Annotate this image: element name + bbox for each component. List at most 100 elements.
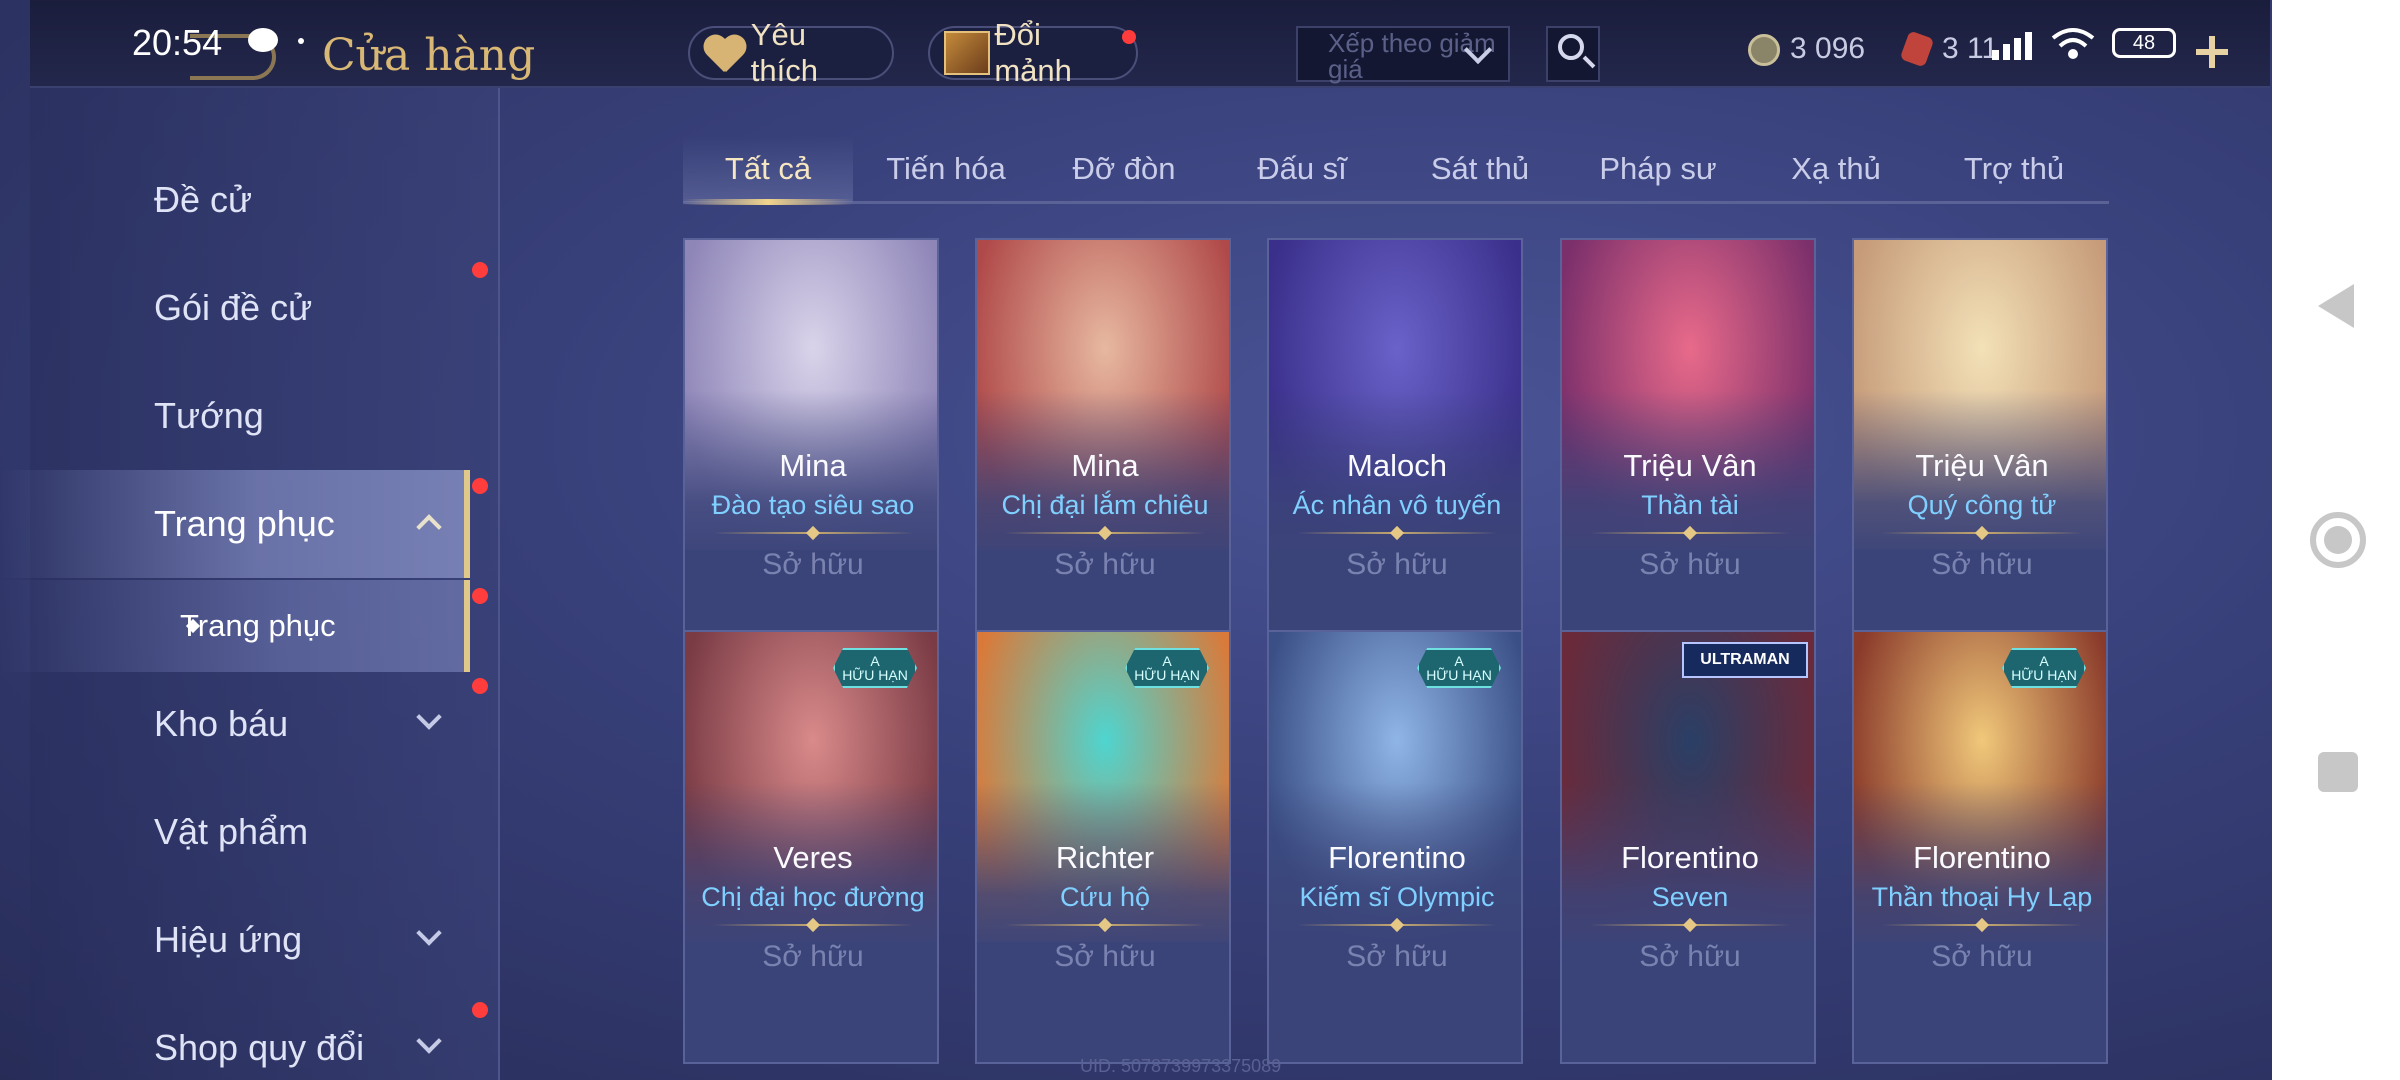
sidebar-item-label: Trang phục — [180, 608, 336, 643]
status-time: 20:54 — [132, 22, 223, 63]
role-tabs: Tất cả Tiến hóa Đỡ đòn Đấu sĩ Sát thủ Ph… — [683, 136, 2109, 204]
owned-status: Sở hữu — [1639, 548, 1741, 581]
hero-name: Florentino — [1328, 840, 1466, 875]
sidebar-item-items[interactable]: Vật phẩm — [0, 778, 470, 886]
active-tab-indicator — [683, 199, 853, 205]
hero-name: Veres — [773, 840, 853, 875]
recent-apps-icon[interactable] — [2318, 752, 2358, 792]
skin-name: Seven — [1651, 882, 1729, 912]
owned-status: Sở hữu — [762, 940, 864, 973]
skin-card[interactable]: Maloch Ác nhân vô tuyến Sở hữu — [1267, 238, 1523, 672]
owned-status: Sở hữu — [1346, 548, 1448, 581]
sidebar-item-recommended-bundles[interactable]: Gói đề cử — [0, 254, 470, 362]
owned-status: Sở hữu — [1639, 940, 1741, 973]
hero-name: Triệu Vân — [1915, 448, 2049, 483]
skin-card[interactable]: A HỮU HẠN Florentino Kiếm sĩ Olympic Sở hữu — [1267, 630, 1523, 1064]
skin-card[interactable]: A HỮU HẠN Florentino Thần thoại Hy Lạp Sở h… — [1852, 630, 2108, 1064]
skin-name: Ác nhân vô tuyến — [1292, 490, 1502, 520]
hero-name: Richter — [1055, 840, 1155, 875]
skin-name: Chị đại lắm chiêu — [1001, 490, 1209, 520]
skin-card[interactable]: Mina Đào tạo siêu sao Sở hữu — [683, 238, 939, 672]
favorites-button[interactable]: Yêu thích — [688, 17, 894, 88]
hero-name: Florentino — [1913, 840, 2051, 875]
sidebar-item-label: Kho báu — [154, 703, 289, 744]
notification-dot — [472, 262, 488, 278]
skin-name: Quý công tử — [1907, 490, 2057, 520]
sidebar-subitem-skins[interactable]: Trang phục — [0, 580, 470, 672]
tab-all[interactable]: Tất cả — [683, 136, 853, 202]
limited-badge: A HỮU HẠN — [1125, 648, 1209, 688]
shard-exchange-label: Đổi mảnh — [994, 17, 1072, 88]
skin-card[interactable]: Triệu Vân Thần tài Sở hữu — [1560, 238, 1816, 672]
skin-card[interactable]: A HỮU HẠN Richter Cứu hộ Sở hữu — [975, 630, 1231, 1064]
skin-name: Chị đại học đường — [701, 882, 925, 912]
wifi-icon — [2051, 28, 2095, 59]
skin-name: Kiếm sĩ Olympic — [1299, 882, 1495, 912]
notification-dot — [472, 478, 488, 494]
sidebar-item-recommended[interactable]: Đề cử — [0, 146, 470, 254]
tab-support[interactable]: Trợ thủ — [1929, 136, 2099, 202]
tab-marksman[interactable]: Xạ thủ — [1751, 136, 1921, 202]
sidebar-item-label: Trang phục — [154, 503, 335, 544]
coin-icon — [1748, 34, 1780, 66]
sidebar-item-label: Vật phẩm — [154, 811, 309, 852]
owned-status: Sở hữu — [1931, 548, 2033, 581]
skin-name: Cứu hộ — [1059, 882, 1151, 912]
tab-mage[interactable]: Pháp sư — [1573, 136, 1743, 202]
sidebar-item-treasure[interactable]: Kho báu — [0, 670, 470, 778]
home-icon-center — [2324, 526, 2352, 554]
sidebar-item-skins[interactable]: Trang phục — [0, 470, 470, 578]
hero-name: Florentino — [1621, 840, 1759, 875]
sidebar-item-label: Đề cử — [154, 179, 253, 220]
skin-name: Thần thoại Hy Lạp — [1871, 882, 2093, 912]
owned-status: Sở hữu — [1054, 548, 1156, 581]
favorites-label: Yêu thích — [750, 17, 819, 88]
add-currency-icon[interactable] — [2196, 36, 2228, 68]
hero-name: Mina — [779, 448, 847, 483]
sidebar-item-exchange-shop[interactable]: Shop quy đổi — [0, 994, 470, 1080]
limited-badge: A HỮU HẠN — [1417, 648, 1501, 688]
skin-card[interactable]: ULTRAMAN Florentino Seven Sở hữu — [1560, 630, 1816, 1064]
notification-dot — [472, 1002, 488, 1018]
notification-dot — [472, 678, 488, 694]
sidebar-item-label: Hiệu ứng — [154, 919, 303, 960]
tab-assassin[interactable]: Sát thủ — [1395, 136, 1565, 202]
user-id: UID: 5078739973375089 — [1080, 1056, 1282, 1076]
tab-tank[interactable]: Đỡ đòn — [1039, 136, 1209, 202]
owned-status: Sở hữu — [1346, 940, 1448, 973]
page-title: Cửa hàng — [322, 30, 536, 81]
tab-evolution[interactable]: Tiến hóa — [861, 136, 1031, 202]
hero-name: Maloch — [1347, 448, 1447, 483]
heart-icon — [704, 34, 745, 72]
tab-fighter[interactable]: Đấu sĩ — [1217, 136, 1387, 202]
skin-card[interactable]: A HỮU HẠN Veres Chị đại học đường Sở hữu — [683, 630, 939, 1064]
hero-name: Triệu Vân — [1623, 448, 1757, 483]
sidebar-item-heroes[interactable]: Tướng — [0, 362, 470, 470]
hero-name: Mina — [1071, 448, 1139, 483]
limited-badge: A HỮU HẠN — [833, 648, 917, 688]
coin-balance: 3 096 — [1790, 32, 1866, 65]
battery-icon: 48 — [2112, 28, 2176, 58]
search-icon — [1558, 34, 1584, 60]
status-dot-icon — [298, 38, 304, 44]
signal-icon — [1992, 32, 2032, 60]
owned-status: Sở hữu — [1054, 940, 1156, 973]
back-icon[interactable] — [2318, 284, 2354, 328]
sidebar-item-label: Gói đề cử — [154, 287, 313, 328]
skin-card[interactable]: Triệu Vân Quý công tử Sở hữu — [1852, 238, 2108, 672]
shard-exchange-button[interactable]: Đổi mảnh — [928, 17, 1138, 88]
game-screen: 20:54 Cửa hàng Yêu thích Đổi mảnh Xếp th… — [0, 0, 2400, 1080]
notification-dot — [472, 588, 488, 604]
shard-icon — [944, 31, 991, 75]
collab-badge: ULTRAMAN — [1682, 642, 1808, 678]
sidebar-item-label: Shop quy đổi — [154, 1027, 365, 1068]
owned-status: Sở hữu — [1931, 940, 2033, 973]
sidebar-item-effects[interactable]: Hiệu ứng — [0, 886, 470, 994]
skin-name: Đào tạo siêu sao — [711, 490, 915, 520]
sidebar-item-label: Tướng — [154, 395, 264, 436]
message-notification-icon — [248, 28, 278, 52]
skin-card[interactable]: Mina Chị đại lắm chiêu Sở hữu — [975, 238, 1231, 672]
skin-name: Thần tài — [1641, 490, 1739, 520]
limited-badge: A HỮU HẠN — [2002, 648, 2086, 688]
notification-dot — [1122, 30, 1136, 44]
